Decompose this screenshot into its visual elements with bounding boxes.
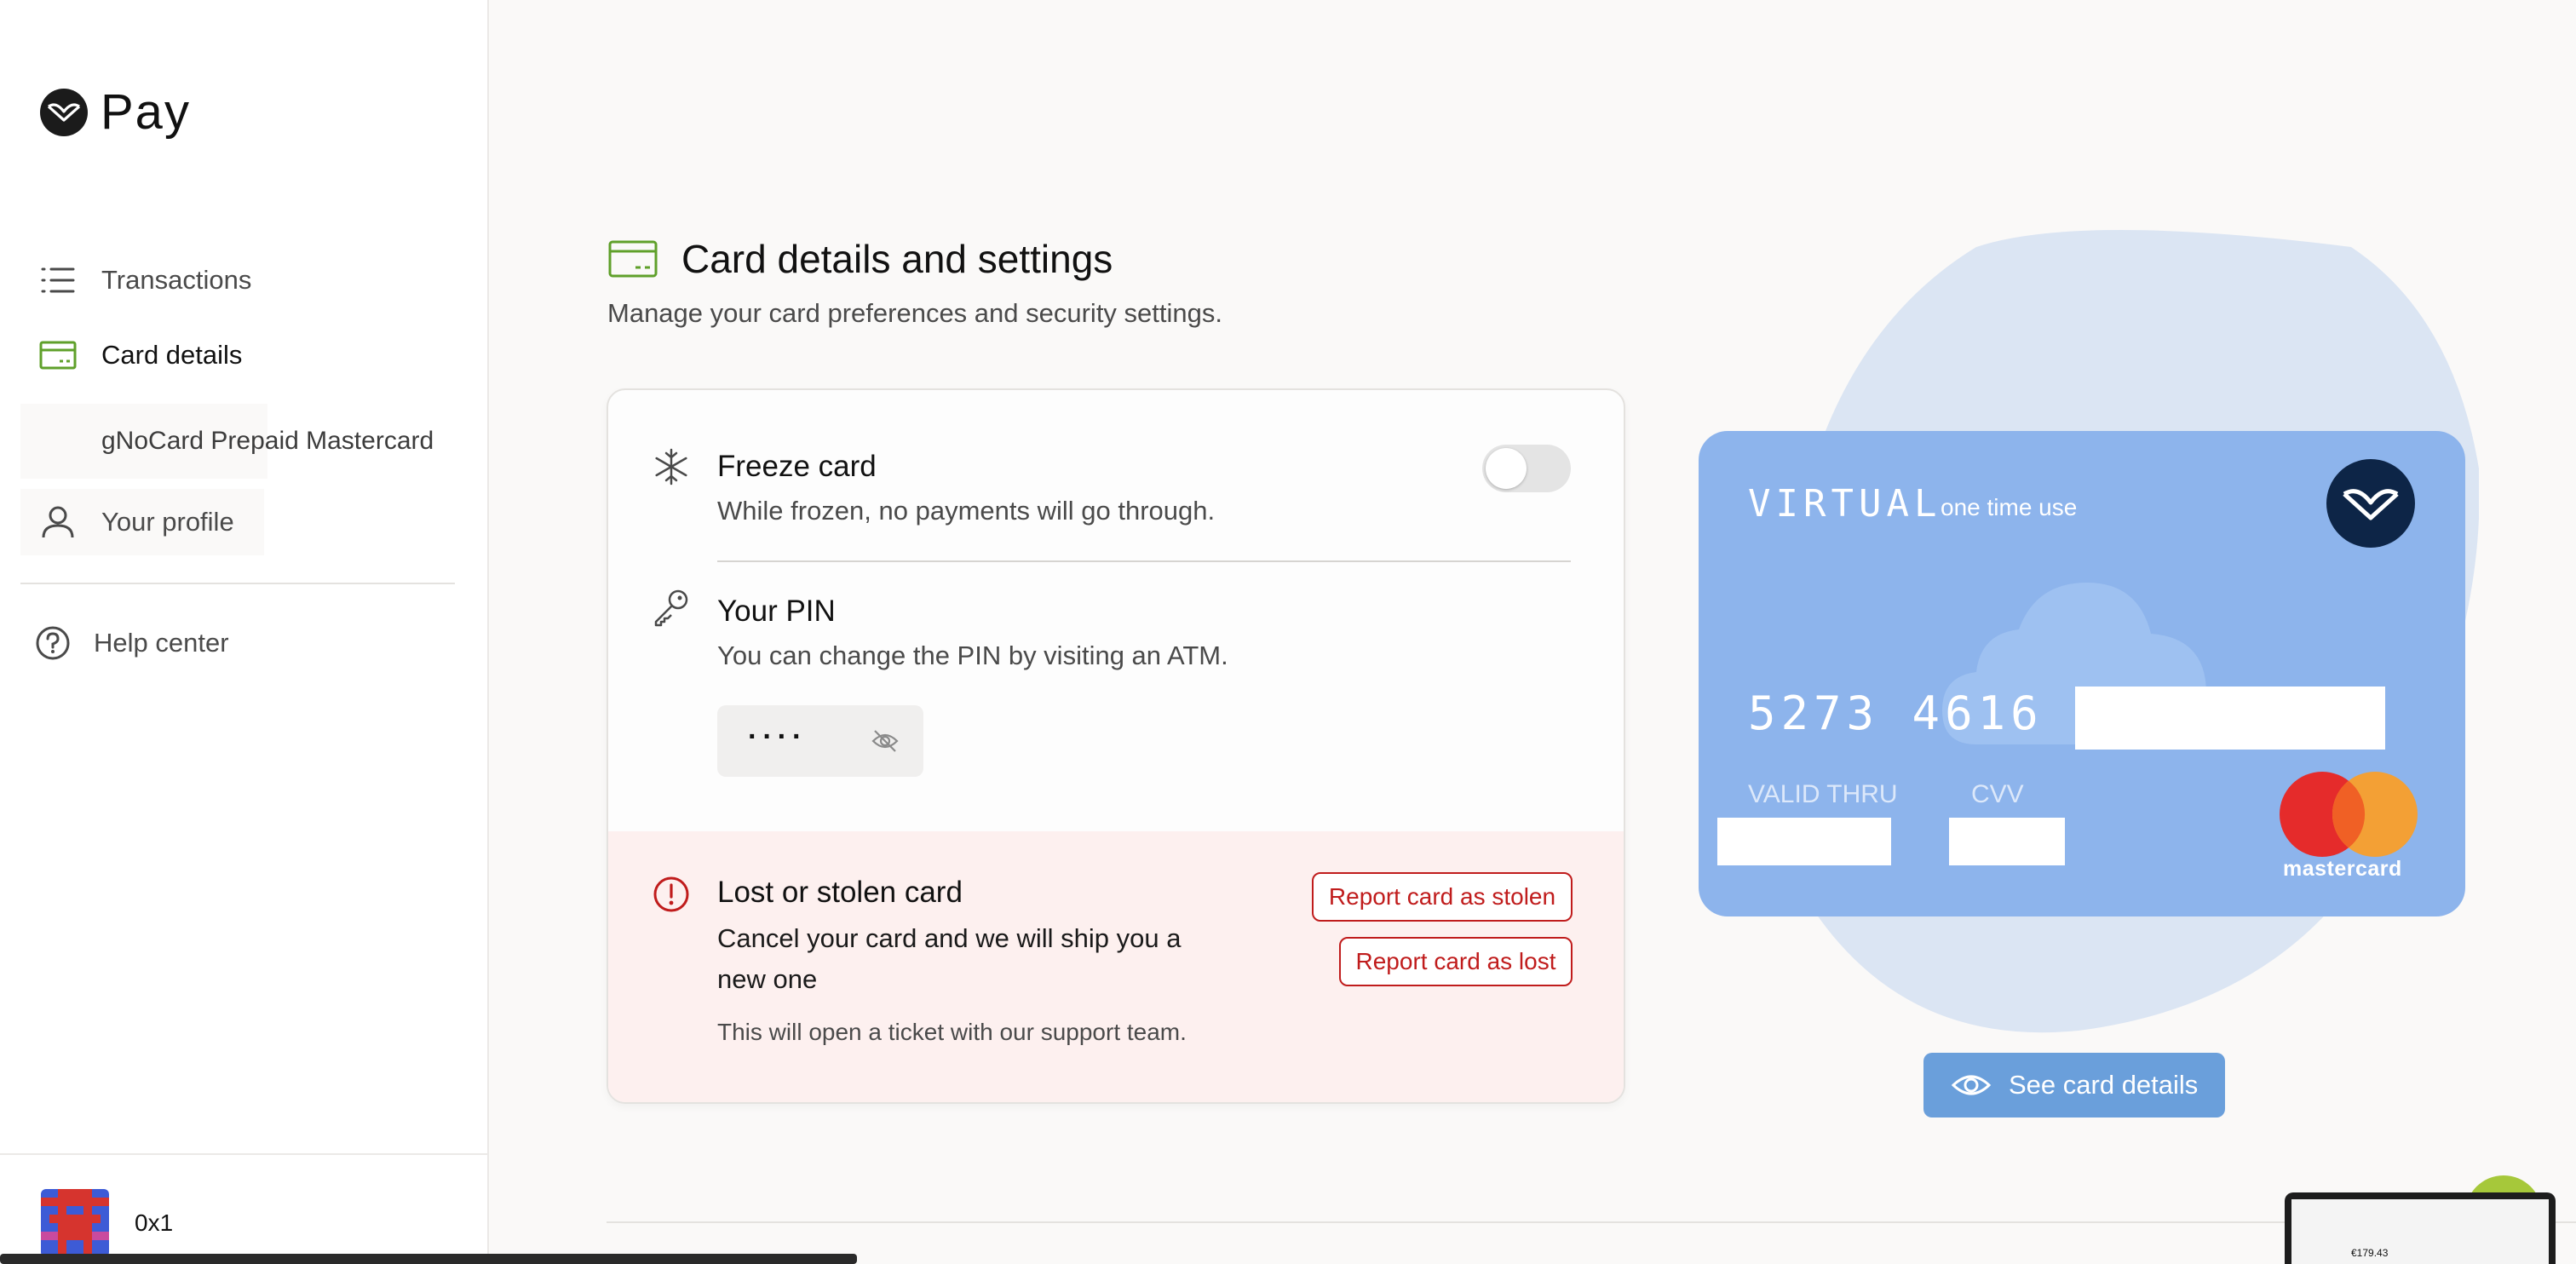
horizontal-scrollbar[interactable] (0, 1254, 857, 1264)
sidebar-item-help[interactable]: Help center (17, 610, 229, 676)
valid-thru-label: VALID THRU (1748, 780, 1898, 808)
pin-field[interactable]: ···· (717, 705, 923, 777)
page-title: Card details and settings (681, 237, 1113, 281)
freeze-card-toggle[interactable] (1482, 445, 1571, 492)
report-lost-button[interactable]: Report card as lost (1339, 937, 1573, 986)
eye-icon (1951, 1075, 1992, 1095)
see-card-details-label: See card details (2009, 1070, 2199, 1100)
sidebar-footer-divider (0, 1153, 489, 1155)
sidebar-item-label: Transactions (101, 265, 252, 295)
pin-masked-value: ···· (748, 721, 808, 753)
section-divider (717, 560, 1571, 562)
screen-preview-thumbnail: €179.43 (2285, 1192, 2556, 1264)
card-network: mastercard (2283, 857, 2402, 881)
content-divider (607, 1221, 2576, 1223)
pin-title: Your PIN (717, 595, 836, 628)
see-card-details-button[interactable]: See card details (1923, 1053, 2225, 1117)
snowflake-icon (655, 448, 687, 485)
help-circle-icon (34, 624, 72, 662)
sidebar-divider (20, 583, 455, 584)
cvv-redacted (1949, 818, 2065, 865)
page-subtitle: Manage your card preferences and securit… (607, 298, 1222, 328)
virtual-card: VIRTUAL one time use 5273 4616 VALID THR… (1699, 431, 2465, 916)
user-icon (39, 503, 77, 541)
lost-card-description: Cancel your card and we will ship you a … (717, 923, 1182, 994)
sidebar-item-profile[interactable]: Your profile (20, 489, 234, 555)
sidebar: Pay Transactions Card details gNoCard Pr… (0, 0, 489, 1264)
card-number-redacted (2075, 687, 2385, 750)
user-name: 0x1 (135, 1209, 174, 1236)
card-usage: one time use (1941, 494, 2078, 520)
sidebar-item-label: Card details (101, 340, 243, 370)
sidebar-subitem-label: gNoCard Prepaid Mastercard (101, 427, 434, 455)
logo-text: Pay (101, 84, 191, 140)
avatar (41, 1189, 109, 1257)
sidebar-item-label: Help center (94, 628, 229, 658)
mastercard-logo-icon (2280, 772, 2418, 857)
cvv-label: CVV (1971, 780, 2024, 808)
card-number: 5273 4616 (1748, 687, 2044, 740)
preview-amount: €179.43 (2351, 1247, 2389, 1259)
freeze-card-description: While frozen, no payments will go throug… (717, 496, 1216, 526)
card-settings-panel: Freeze card While frozen, no payments wi… (607, 388, 1625, 1104)
pin-description: You can change the PIN by visiting an AT… (717, 641, 1228, 670)
gnosis-owl-icon (40, 89, 88, 136)
eye-off-icon[interactable] (871, 727, 900, 755)
expiry-redacted (1717, 818, 1891, 865)
report-stolen-button[interactable]: Report card as stolen (1312, 872, 1573, 922)
sidebar-item-label: Your profile (101, 507, 234, 537)
gnosis-owl-icon (2326, 459, 2415, 548)
card-icon (39, 336, 77, 374)
list-icon (39, 261, 77, 299)
sidebar-item-transactions[interactable]: Transactions (20, 247, 251, 313)
freeze-card-title: Freeze card (717, 450, 877, 483)
card-type: VIRTUAL (1748, 482, 1942, 526)
alert-circle-icon (653, 876, 689, 912)
key-icon (654, 589, 688, 627)
sidebar-item-card-details[interactable]: Card details (20, 322, 242, 388)
sidebar-subitem-card[interactable]: gNoCard Prepaid Mastercard (20, 404, 434, 479)
toggle-knob (1486, 448, 1527, 489)
app-logo[interactable]: Pay (39, 85, 191, 140)
user-account[interactable]: 0x1 (41, 1189, 173, 1257)
preview-screen: €179.43 (2291, 1199, 2549, 1264)
lost-card-note: This will open a ticket with our support… (717, 1019, 1187, 1045)
card-icon (608, 240, 658, 278)
lost-card-title: Lost or stolen card (717, 876, 963, 909)
